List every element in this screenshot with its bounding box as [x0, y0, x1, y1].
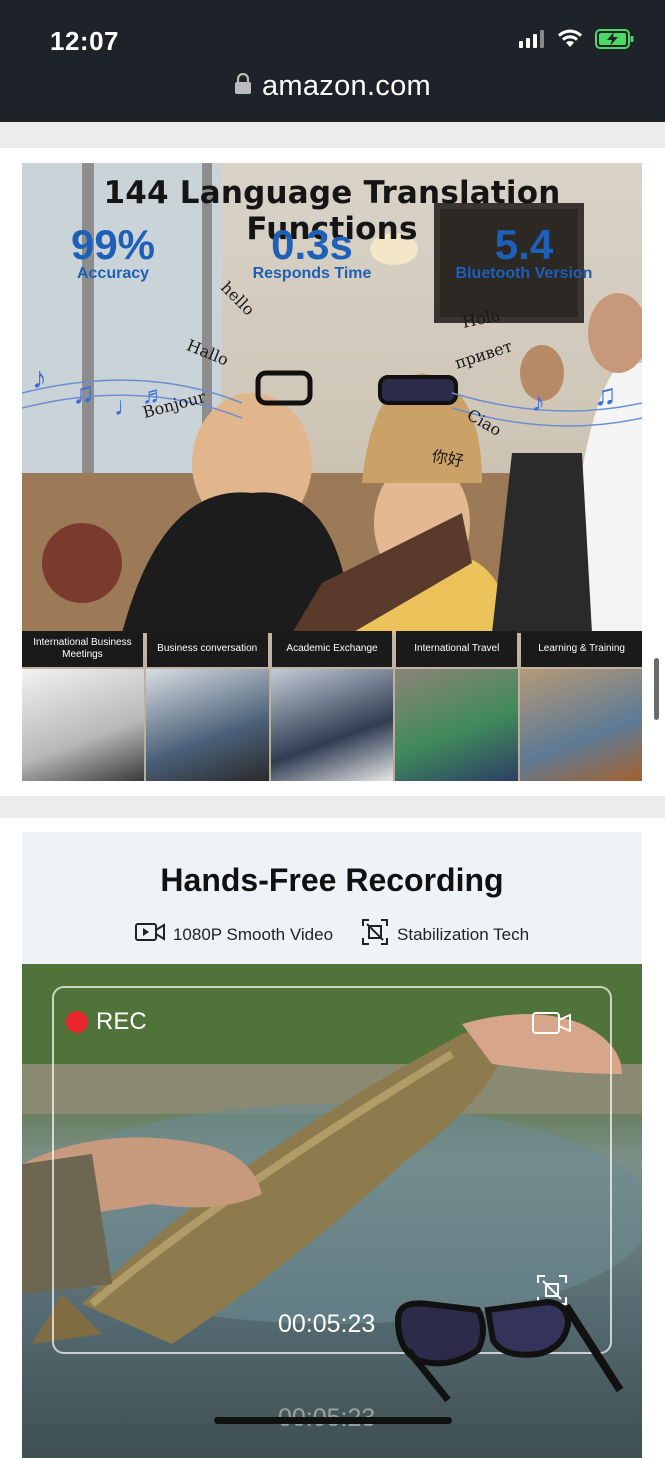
page-content: ♪ ♫ ♩ ♬ ♪ ♫ 144 Language Translation Fun… [0, 122, 665, 1458]
tag-business-conversation: Business conversation [146, 631, 268, 667]
stat-accuracy-value: 99% [70, 221, 156, 268]
feature-video: 1080P Smooth Video [134, 918, 334, 951]
video-camera-icon [134, 922, 165, 947]
stat-bluetooth: 5.4 Bluetooth Version [444, 221, 604, 283]
rec-indicator: REC [66, 1008, 147, 1036]
stat-response-time: 0.3s Responds Time [242, 221, 382, 283]
svg-text:♫: ♫ [594, 379, 617, 412]
home-indicator[interactable] [214, 1417, 452, 1424]
address-bar[interactable]: amazon.com [0, 70, 665, 103]
photo-business-conversation [146, 669, 269, 781]
stat-accuracy: 99% Accuracy [48, 221, 178, 283]
feature-stabilization-label: Stabilization Tech [397, 924, 530, 944]
record-dot-icon [66, 1011, 88, 1033]
photo-international-travel [395, 669, 518, 781]
product-image-card-recording: Hands-Free Recording 1080P Smooth Video … [0, 818, 665, 1458]
status-icons [519, 28, 635, 55]
svg-text:♪: ♪ [532, 387, 545, 417]
feature-stabilization: Stabilization Tech [361, 918, 529, 951]
recording-timecode: 00:05:23 [278, 1310, 376, 1338]
svg-text:♫: ♫ [72, 377, 95, 410]
rec-label: REC [96, 1008, 147, 1035]
use-case-photos [22, 669, 642, 781]
translation-feature-image[interactable]: ♪ ♫ ♩ ♬ ♪ ♫ 144 Language Translation Fun… [22, 163, 642, 781]
camera-icon [532, 1010, 572, 1041]
svg-text:♪: ♪ [32, 362, 47, 395]
stat-response-time-label: Responds Time [252, 265, 372, 282]
use-case-tags: International Business Meetings Business… [22, 631, 642, 667]
browser-top-bar: 12:07 amazon.com [0, 0, 665, 122]
tag-business-meetings: International Business Meetings [22, 631, 143, 667]
recording-feature-image[interactable]: Hands-Free Recording 1080P Smooth Video … [22, 832, 642, 1458]
stabilization-icon [361, 918, 389, 951]
photo-academic-exchange [270, 669, 394, 781]
stat-bluetooth-value: 5.4 [494, 221, 554, 268]
status-time: 12:07 [50, 26, 119, 56]
recording-title: Hands-Free Recording [160, 862, 504, 898]
tag-international-travel: International Travel [396, 631, 518, 667]
svg-text:♩: ♩ [114, 391, 140, 421]
feature-video-label: 1080P Smooth Video [172, 924, 334, 944]
page-scrollbar[interactable] [654, 658, 659, 720]
stat-bluetooth-label: Bluetooth Version [455, 265, 593, 282]
tag-academic-exchange: Academic Exchange [271, 631, 393, 667]
stat-response-time-value: 0.3s [271, 221, 353, 268]
smart-glasses-product [394, 1298, 624, 1403]
recording-features: 1080P Smooth Video Stabilization Tech [22, 918, 642, 951]
stat-accuracy-label: Accuracy [76, 265, 150, 282]
lock-icon [234, 72, 252, 100]
tag-learning-training: Learning & Training [521, 631, 642, 667]
photo-learning-training [519, 669, 642, 781]
photo-business-meetings [22, 669, 145, 781]
fishing-scene: REC 00:05:23 00:05:23 [22, 964, 642, 1458]
wifi-icon [557, 29, 583, 54]
url-text: amazon.com [261, 70, 431, 102]
battery-charging-icon [595, 28, 635, 55]
product-image-card-translation: ♪ ♫ ♩ ♬ ♪ ♫ 144 Language Translation Fun… [0, 148, 665, 796]
signal-icon [519, 30, 545, 53]
